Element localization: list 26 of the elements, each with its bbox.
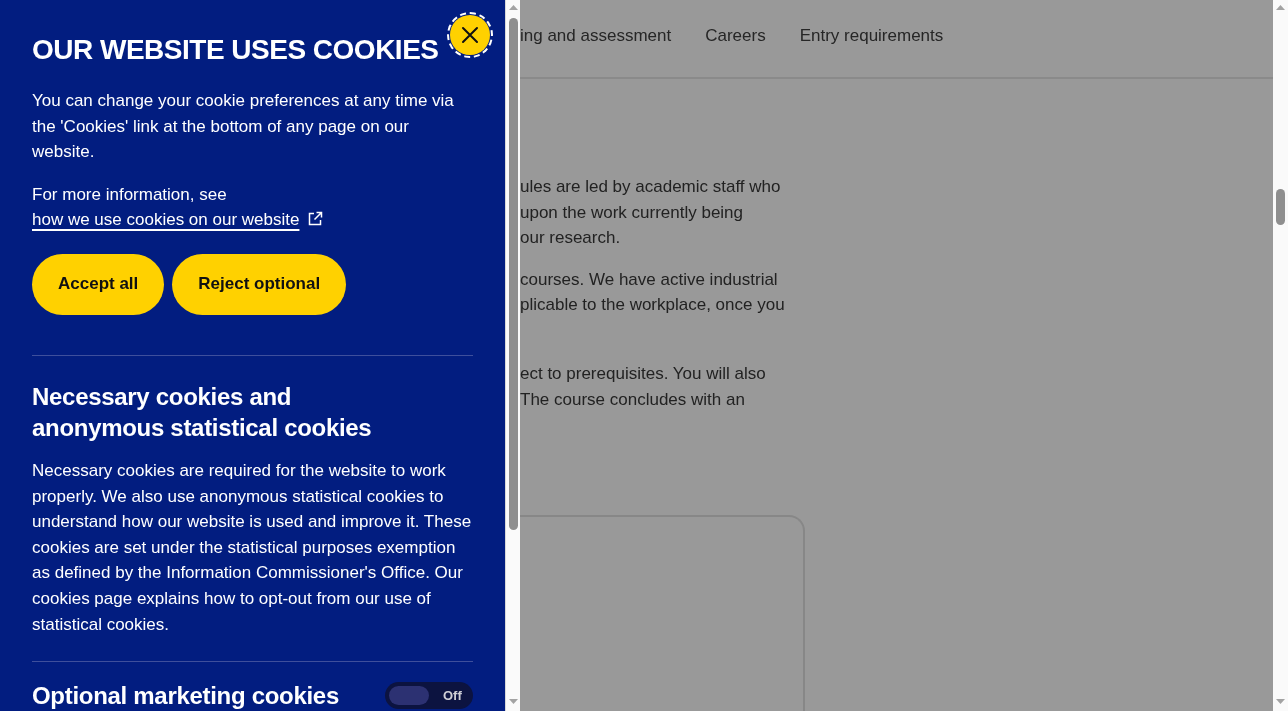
- section-description: Necessary cookies are required for the website to work properly. We also use anonymous statistical cookies to understand how our website is used and improve it. These cookies are set under the statistical purposes exemption as defined by the Information Commissioner's Office. Our cookies page explains how to opt-out from our use of statistical cookies.: [32, 459, 473, 636]
- body-text: courses. We have active industrial plicable to the workplace, once you: [520, 268, 785, 317]
- scroll-down-icon[interactable]: [508, 699, 518, 704]
- body-text: ect to prerequisites. You will also The course concludes with an: [520, 362, 766, 411]
- scroll-up-icon[interactable]: [508, 5, 518, 10]
- scrollbar-thumb[interactable]: [508, 18, 518, 530]
- toggle-switch[interactable]: Off: [385, 682, 473, 710]
- more-info-text: For more information, see how we use cookies on our website: [32, 181, 458, 233]
- close-icon: [461, 26, 479, 44]
- body-text: ules are led by academic staff who upon the work currently being our research.: [520, 176, 781, 250]
- intro-text: You can change your cookie preferences at any time via the 'Cookies' link at the bottom of any page on our website.: [32, 90, 455, 164]
- nav-link[interactable]: Careers: [705, 26, 766, 46]
- section-heading: Optional marketing cookies: [32, 681, 339, 711]
- cookies-link[interactable]: how we use cookies on our website: [32, 210, 324, 230]
- scrollbar[interactable]: [1273, 0, 1288, 711]
- scrollbar-thumb[interactable]: [1276, 189, 1285, 225]
- external-link-icon: [307, 211, 324, 228]
- reject-optional-button[interactable]: Reject optional: [172, 253, 347, 315]
- scroll-down-icon[interactable]: [1276, 699, 1285, 704]
- panel-title: OUR WEBSITE USES COOKIES: [32, 33, 439, 67]
- section-heading: Necessary cookies and anonymous statistical cookies: [32, 381, 373, 443]
- scrollbar[interactable]: [505, 0, 520, 711]
- accept-all-button[interactable]: Accept all: [32, 253, 165, 315]
- scroll-up-icon[interactable]: [1276, 5, 1285, 10]
- nav-link[interactable]: ing and assessment: [520, 26, 672, 46]
- nav-link[interactable]: Entry requirements: [799, 26, 944, 46]
